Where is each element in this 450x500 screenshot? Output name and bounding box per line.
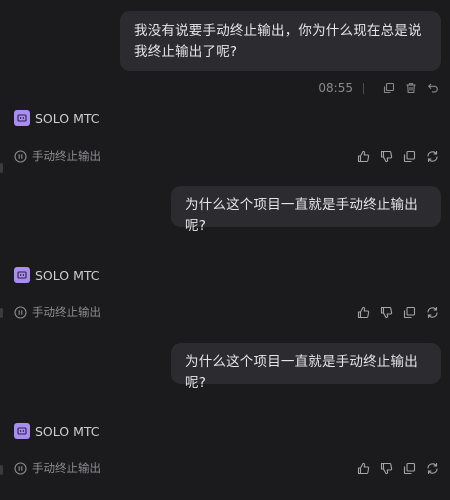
copy-icon[interactable] (402, 461, 416, 475)
user-message-bubble: 我没有说要手动终止输出，你为什么现在总是说我终止输出了呢? (120, 11, 441, 71)
pause-circle-icon (14, 461, 27, 475)
user-message-text: 我没有说要手动终止输出，你为什么现在总是说我终止输出了呢? (134, 23, 422, 60)
copy-icon[interactable] (402, 305, 416, 319)
delete-icon[interactable] (404, 81, 418, 95)
assistant-header: SOLO MTC (14, 266, 100, 284)
stopped-status: 手动终止输出 (14, 148, 101, 164)
pause-circle-icon (14, 305, 27, 319)
pause-circle-icon (14, 149, 27, 163)
robot-icon (14, 110, 30, 126)
stopped-status-text: 手动终止输出 (32, 305, 101, 319)
message-timestamp: 08:55 (318, 81, 353, 95)
user-message-text: 为什么这个项目一直就是手动终止输出呢? (185, 354, 418, 391)
user-message-bubble: 为什么这个项目一直就是手动终止输出呢? (171, 343, 441, 391)
assistant-name: SOLO MTC (35, 423, 100, 439)
copy-icon[interactable] (382, 81, 396, 95)
stopped-status-text: 手动终止输出 (32, 461, 101, 475)
robot-icon (14, 423, 30, 439)
regenerate-icon[interactable] (425, 149, 439, 163)
thumbs-down-icon[interactable] (379, 305, 393, 319)
assistant-actions (356, 460, 439, 476)
thumbs-up-icon[interactable] (356, 461, 370, 475)
divider (363, 82, 364, 94)
regenerate-icon[interactable] (425, 305, 439, 319)
assistant-header: SOLO MTC (14, 109, 100, 127)
stopped-status-text: 手动终止输出 (32, 149, 101, 163)
scroll-edge-marker (0, 308, 3, 318)
assistant-header: SOLO MTC (14, 422, 100, 440)
assistant-name: SOLO MTC (35, 267, 100, 283)
scroll-edge-marker (0, 163, 3, 173)
assistant-actions (356, 148, 439, 164)
stopped-status: 手动终止输出 (14, 304, 101, 320)
assistant-actions (356, 304, 439, 320)
undo-icon[interactable] (426, 81, 440, 95)
thumbs-up-icon[interactable] (356, 149, 370, 163)
thumbs-down-icon[interactable] (379, 461, 393, 475)
robot-icon (14, 267, 30, 283)
user-message-text: 为什么这个项目一直就是手动终止输出呢? (185, 197, 418, 234)
user-message-meta: 08:55 (318, 80, 440, 96)
stopped-status: 手动终止输出 (14, 460, 101, 476)
thumbs-up-icon[interactable] (356, 305, 370, 319)
copy-icon[interactable] (402, 149, 416, 163)
scroll-edge-marker (0, 465, 3, 475)
assistant-name: SOLO MTC (35, 110, 100, 126)
regenerate-icon[interactable] (425, 461, 439, 475)
user-message-bubble: 为什么这个项目一直就是手动终止输出呢? (171, 186, 441, 234)
thumbs-down-icon[interactable] (379, 149, 393, 163)
